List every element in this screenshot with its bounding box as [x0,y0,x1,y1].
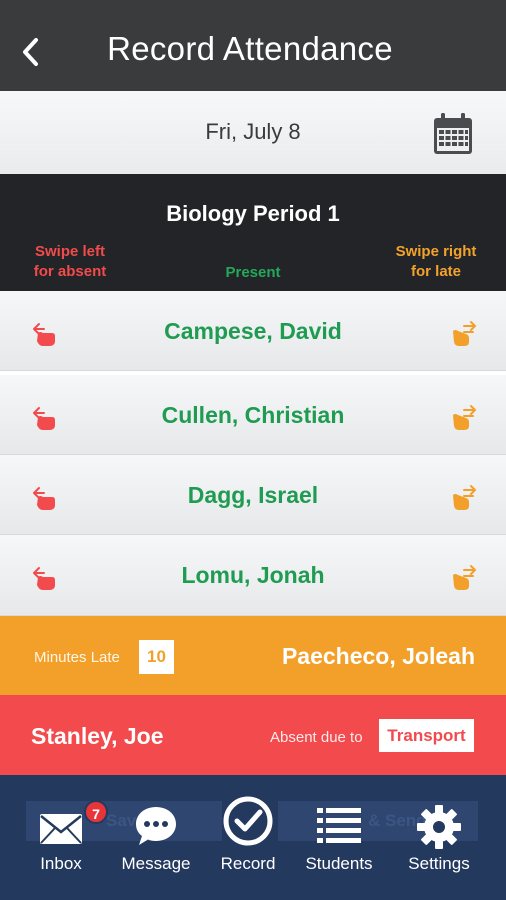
tab-label: Inbox [40,854,82,873]
calendar-icon [434,113,472,154]
student-name: Dagg, Israel [187,482,319,508]
absent-student-row[interactable]: Stanley, Joe Absent due to Transport [0,695,506,775]
envelope-icon [40,814,82,844]
swipe-right-hand-icon [453,485,477,510]
tab-settings[interactable]: Settings [398,775,480,900]
chat-bubble-icon [136,807,176,845]
student-row[interactable]: Lomu, Jonah [0,535,506,616]
calendar-button[interactable] [432,112,474,156]
page-title: Record Attendance [0,30,506,68]
tab-label: Students [305,854,373,873]
app-header: Record Attendance [0,0,506,91]
tab-message[interactable]: Message [112,775,200,900]
absent-reason-label: Absent due to [270,729,363,746]
late-student-name: Paecheco, Joleah [281,643,475,669]
student-name: Lomu, Jonah [181,562,325,588]
gear-icon [417,805,461,849]
student-row[interactable]: Dagg, Israel [0,455,506,535]
tab-inbox[interactable]: 7 Inbox [20,775,108,900]
swipe-right-hand-icon [453,565,477,590]
student-name: Campese, David [164,318,342,344]
class-header: Biology Period 1 Swipe left for absent P… [0,174,506,291]
tab-label: Settings [408,854,470,873]
tab-record[interactable]: Record [207,775,289,900]
list-icon [317,808,361,843]
late-student-row[interactable]: Minutes Late 10 Paecheco, Joleah [0,616,506,695]
tab-label: Record [220,854,276,873]
date-bar: Fri, July 8 [0,91,506,174]
page-title-text: Record Attendance [107,30,393,67]
tab-students[interactable]: Students [298,775,380,900]
student-name: Cullen, Christian [161,402,345,428]
absent-student-name: Stanley, Joe [31,723,164,749]
swipe-right-hand-icon [453,405,477,430]
date-label: Fri, July 8 [205,119,301,144]
unread-badge: 7 [84,800,108,824]
checkmark-circle-icon [223,796,273,846]
student-row[interactable]: Campese, David [0,291,506,371]
minutes-late-input[interactable]: 10 [139,640,174,674]
swipe-right-hand-icon [453,321,477,346]
tab-bar: Save & Send 7 Inbox Message Record Stude… [0,775,506,900]
hint-late: Swipe right for late [395,243,477,280]
absent-reason-select[interactable]: Transport [379,719,474,752]
class-title: Biology Period 1 [166,201,340,226]
minutes-late-label: Minutes Late [34,649,120,666]
student-row[interactable]: Cullen, Christian [0,375,506,455]
tab-label: Message [121,854,191,873]
